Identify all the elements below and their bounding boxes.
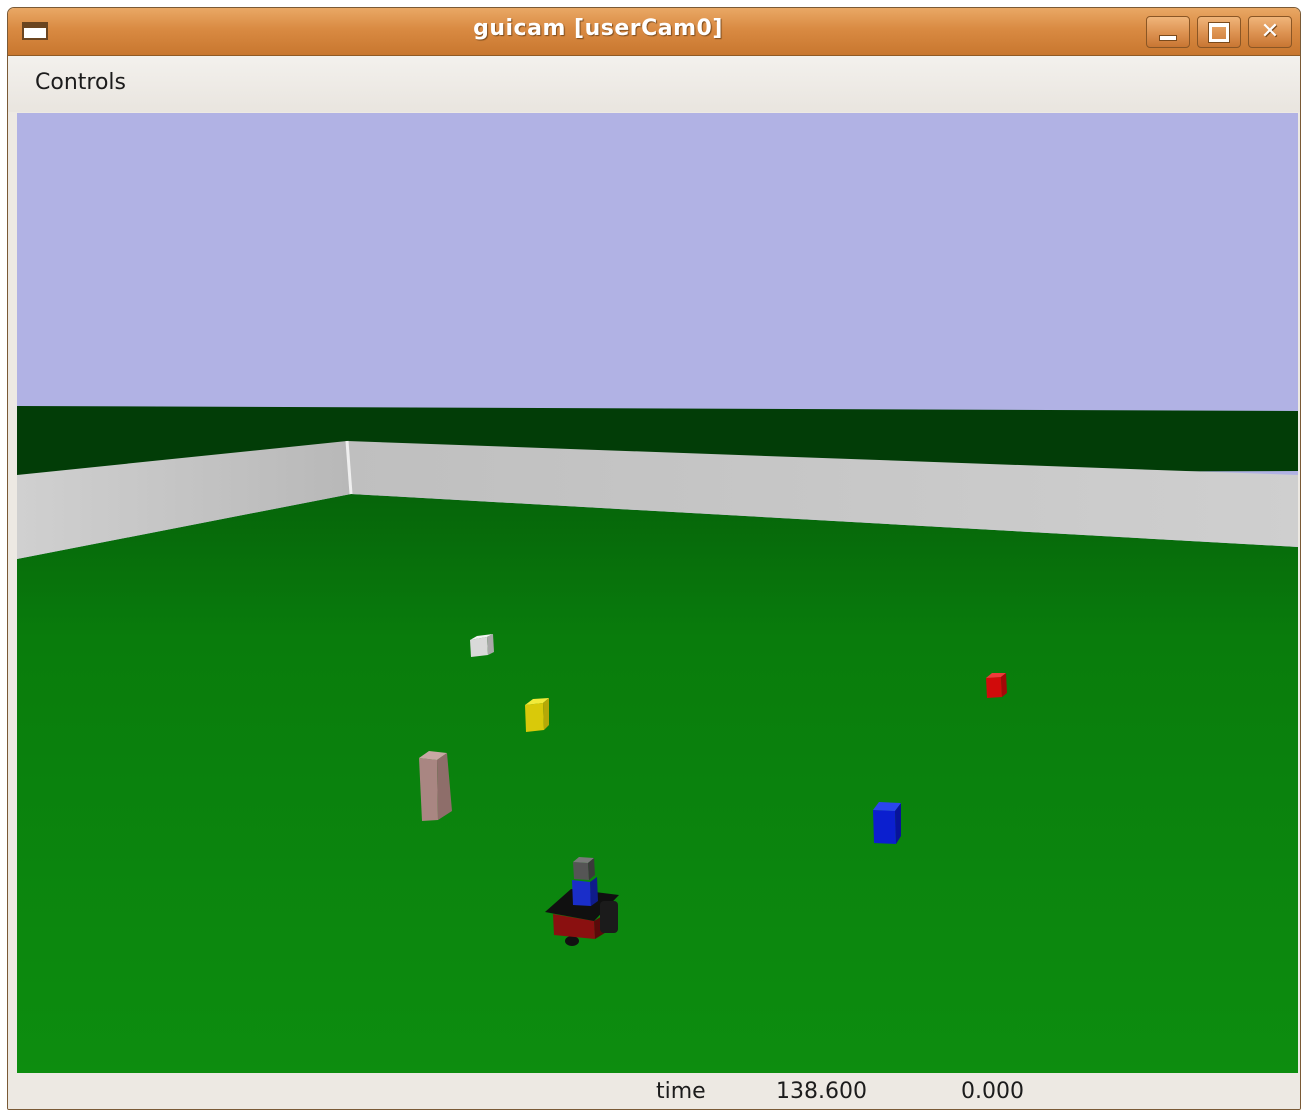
- status-bar: time 138.600 0.000: [8, 1075, 1300, 1109]
- minimize-button[interactable]: [1146, 16, 1190, 48]
- title-bar[interactable]: guicam [userCam0] ✕: [8, 8, 1300, 56]
- time-label: time: [656, 1079, 706, 1104]
- maximize-icon: [1208, 21, 1230, 43]
- close-button[interactable]: ✕: [1248, 16, 1292, 48]
- red-box: [986, 673, 1007, 698]
- camera-viewport[interactable]: [17, 113, 1298, 1073]
- sky: [17, 113, 1298, 413]
- window-title: guicam [userCam0]: [473, 16, 723, 41]
- real-time-value: 0.000: [961, 1079, 1024, 1104]
- sim-time-value: 138.600: [776, 1079, 867, 1104]
- menu-bar: Controls: [8, 56, 1300, 112]
- pink-box: [419, 751, 452, 821]
- scene-render: [17, 113, 1298, 1073]
- blue-box: [873, 802, 901, 844]
- maximize-button[interactable]: [1197, 16, 1241, 48]
- minimize-icon: [1159, 35, 1177, 41]
- menu-controls[interactable]: Controls: [33, 70, 128, 95]
- close-icon: ✕: [1260, 19, 1280, 44]
- guicam-window: guicam [userCam0] ✕ Controls time 138.60…: [7, 7, 1301, 1110]
- yellow-box: [525, 698, 549, 732]
- ground-plane: [17, 494, 1298, 1073]
